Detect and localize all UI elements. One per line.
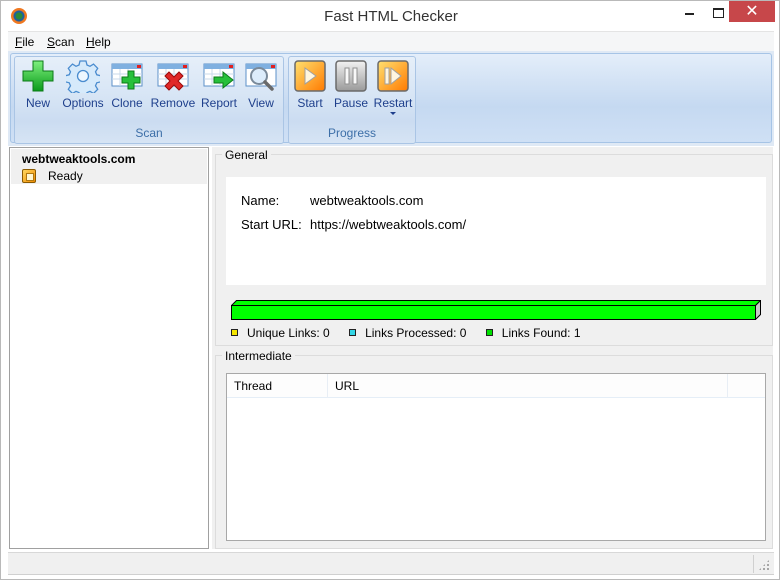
column-header-filler bbox=[728, 374, 765, 398]
minimize-button[interactable] bbox=[673, 1, 705, 22]
project-info-box: Name: webtweaktools.com Start URL: https:/… bbox=[226, 177, 766, 285]
plus-icon bbox=[21, 59, 55, 93]
project-list: webtweaktools.com Ready bbox=[9, 147, 209, 549]
general-group-title: General bbox=[222, 148, 271, 162]
pause-button[interactable]: Pause bbox=[332, 59, 370, 110]
restart-icon bbox=[376, 59, 410, 93]
unique-links-legend-icon bbox=[231, 329, 238, 336]
column-header-url[interactable]: URL bbox=[328, 374, 728, 398]
magnifier-icon bbox=[244, 59, 278, 93]
title-bar: Fast HTML Checker ✕ bbox=[1, 1, 779, 31]
view-button[interactable]: View bbox=[242, 59, 280, 110]
start-button[interactable]: Start bbox=[291, 59, 329, 110]
links-processed-stat: Links Processed: 0 bbox=[349, 326, 466, 340]
resize-grip-icon[interactable] bbox=[758, 559, 770, 571]
options-button[interactable]: Options bbox=[60, 59, 106, 110]
column-header-thread[interactable]: Thread bbox=[227, 374, 328, 398]
clone-button[interactable]: Clone bbox=[108, 59, 146, 110]
status-bar-separator bbox=[753, 555, 754, 573]
menu-scan-label: can bbox=[55, 35, 75, 49]
restart-dropdown-arrow-icon[interactable] bbox=[390, 112, 396, 115]
links-processed-legend-icon bbox=[349, 329, 357, 336]
view-button-label: View bbox=[248, 96, 274, 110]
new-button-label: New bbox=[25, 96, 50, 110]
play-icon bbox=[293, 59, 327, 93]
project-name: webtweaktools.com bbox=[22, 152, 136, 166]
general-group: General Name: webtweaktools.com Start URL… bbox=[215, 148, 773, 346]
ribbon-group-progress-label: Progress bbox=[327, 126, 377, 140]
unique-links-stat: Unique Links: 0 bbox=[231, 326, 330, 340]
remove-button[interactable]: Remove bbox=[149, 59, 197, 110]
pause-icon bbox=[334, 59, 368, 93]
ribbon-panel: New Options Clone Remove Report View Sca… bbox=[10, 53, 772, 144]
restart-button[interactable]: Restart bbox=[373, 59, 413, 115]
progress-bar bbox=[231, 300, 761, 320]
link-stats: Unique Links: 0 Links Processed: 0 Links… bbox=[231, 326, 597, 340]
unique-links-label: Unique Links: 0 bbox=[247, 326, 330, 340]
menu-scan-accel: S bbox=[47, 35, 56, 49]
menu-help[interactable]: Help bbox=[86, 35, 111, 49]
menu-file-label: ile bbox=[22, 35, 35, 49]
intermediate-group-title: Intermediate bbox=[222, 349, 295, 363]
clone-button-label: Clone bbox=[111, 96, 143, 110]
ribbon: New Options Clone Remove Report View Sca… bbox=[8, 51, 774, 146]
name-row: Name: webtweaktools.com bbox=[241, 193, 423, 208]
new-button[interactable]: New bbox=[17, 59, 59, 110]
table-add-icon bbox=[110, 59, 144, 93]
ribbon-group-scan-label: Scan bbox=[135, 126, 163, 140]
thread-list-header: Thread URL bbox=[227, 374, 765, 398]
project-item[interactable]: webtweaktools.com Ready bbox=[11, 149, 207, 184]
ribbon-group-progress: Start Pause Restart Progress bbox=[288, 56, 416, 144]
report-button[interactable]: Report bbox=[199, 59, 239, 110]
name-value: webtweaktools.com bbox=[310, 193, 424, 208]
gear-icon bbox=[64, 59, 102, 98]
restart-button-label: Restart bbox=[373, 96, 413, 110]
menu-help-label: elp bbox=[94, 35, 111, 49]
menu-help-accel: H bbox=[86, 35, 95, 49]
menu-bar: File Scan Help bbox=[8, 31, 774, 51]
menu-file[interactable]: File bbox=[15, 35, 34, 49]
intermediate-group: Intermediate Thread URL bbox=[215, 349, 773, 549]
table-export-icon bbox=[202, 59, 236, 93]
app-window: Fast HTML Checker ✕ File Scan Help New O… bbox=[0, 0, 780, 580]
name-label: Name: bbox=[241, 193, 280, 208]
ribbon-group-scan: New Options Clone Remove Report View Sca… bbox=[14, 56, 284, 144]
links-found-label: Links Found: 1 bbox=[501, 326, 581, 340]
start-url-label: Start URL: bbox=[241, 217, 302, 232]
start-url-row: Start URL: https://webtweaktools.com/ bbox=[241, 217, 466, 232]
options-button-label: Options bbox=[62, 96, 104, 110]
project-status: Ready bbox=[48, 169, 83, 183]
start-button-label: Start bbox=[297, 96, 323, 110]
status-bar bbox=[8, 552, 774, 575]
table-remove-icon bbox=[156, 59, 190, 93]
progress-bar-top-face bbox=[231, 300, 761, 306]
progress-bar-fill bbox=[231, 305, 756, 320]
menu-scan[interactable]: Scan bbox=[47, 35, 74, 49]
thread-list[interactable]: Thread URL bbox=[226, 373, 766, 541]
window-title: Fast HTML Checker bbox=[324, 8, 458, 25]
maximize-button[interactable] bbox=[705, 1, 731, 22]
pause-button-label: Pause bbox=[333, 96, 369, 110]
detail-panel: General Name: webtweaktools.com Start URL… bbox=[212, 147, 773, 549]
links-found-stat: Links Found: 1 bbox=[485, 326, 581, 340]
links-found-legend-icon bbox=[485, 329, 493, 336]
remove-button-label: Remove bbox=[150, 96, 196, 110]
close-button[interactable]: ✕ bbox=[729, 1, 775, 22]
links-processed-label: Links Processed: 0 bbox=[365, 326, 467, 340]
start-url-value: https://webtweaktools.com/ bbox=[310, 217, 467, 232]
status-ready-icon bbox=[22, 169, 36, 183]
report-button-label: Report bbox=[200, 96, 238, 110]
